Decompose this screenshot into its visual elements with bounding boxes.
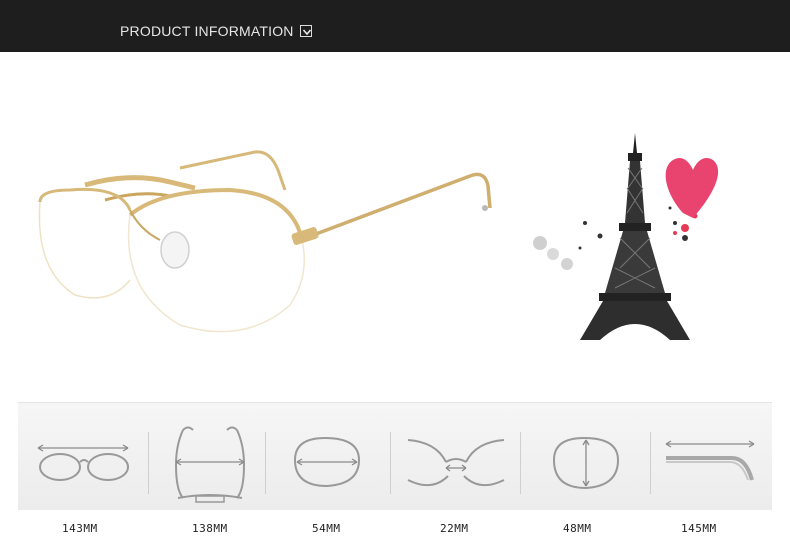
lens-width-icon (293, 436, 361, 488)
measure-label: 48MM (563, 522, 592, 535)
measure-label: 143MM (62, 522, 98, 535)
divider (520, 432, 521, 494)
measure-label: 145MM (681, 522, 717, 535)
measure-label: 138MM (192, 522, 228, 535)
section-title: PRODUCT INFORMATION (120, 23, 294, 39)
frame-height-icon (174, 426, 246, 503)
lens-height-icon (552, 436, 620, 490)
product-glasses-image (38, 150, 492, 333)
bridge-width-icon (407, 439, 505, 487)
total-width-icon (37, 444, 129, 481)
dropdown-toggle[interactable] (300, 25, 312, 37)
measure-label: 22MM (440, 522, 469, 535)
measure-label: 54MM (312, 522, 341, 535)
temple-length-icon (665, 440, 755, 481)
divider (148, 432, 149, 494)
divider (265, 432, 266, 494)
divider (650, 432, 651, 494)
eiffel-tower-decoration (533, 133, 719, 340)
divider (390, 432, 391, 494)
product-info-header: PRODUCT INFORMATION (0, 0, 790, 52)
chevron-down-icon (302, 29, 312, 36)
